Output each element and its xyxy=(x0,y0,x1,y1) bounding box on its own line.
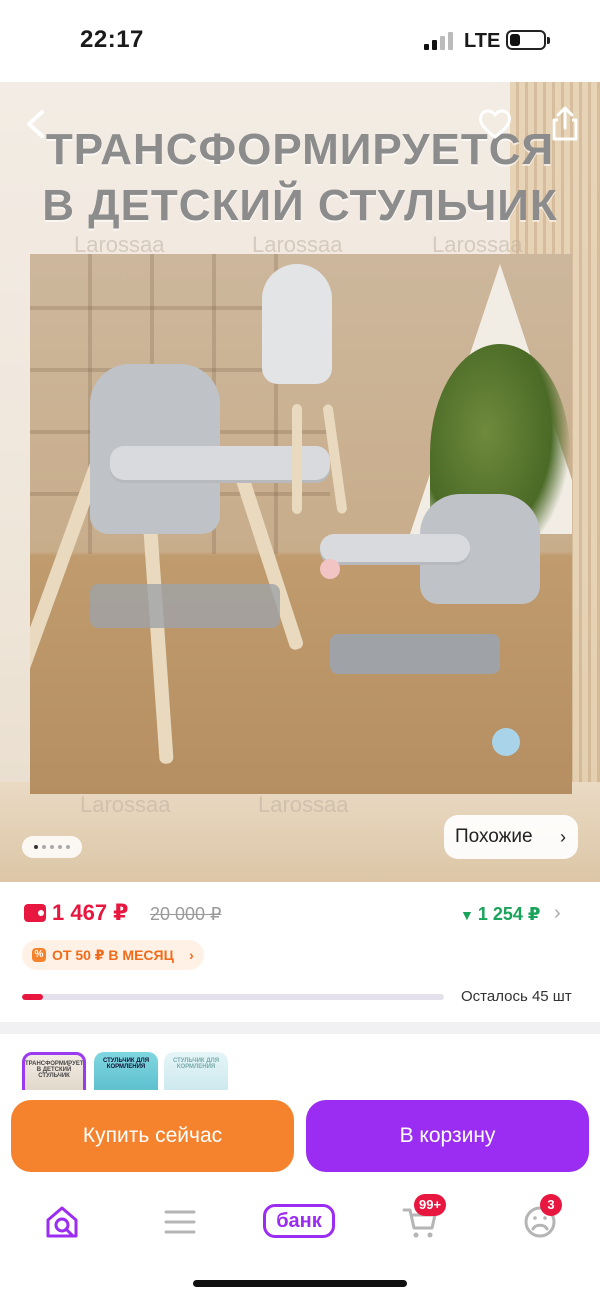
bottom-tab-bar: банк 99+ 3 xyxy=(0,1186,600,1300)
product-gallery[interactable]: Larossaa Larossaa Larossaa Larossaa Laro… xyxy=(0,82,600,882)
cart-tab[interactable]: 99+ xyxy=(400,1194,447,1242)
network-label: LTE xyxy=(464,30,501,52)
home-indicator xyxy=(193,1280,407,1287)
installment-badge[interactable]: % ОТ 50 ₽ В МЕСЯЦ › xyxy=(22,940,204,970)
cart-badge: 99+ xyxy=(414,1194,447,1216)
gallery-pagination[interactable] xyxy=(22,836,82,858)
bank-tab[interactable]: банк xyxy=(263,1204,335,1238)
add-to-cart-button[interactable]: В корзину xyxy=(306,1100,589,1172)
chevron-right-icon: › xyxy=(560,827,566,847)
signal-icon xyxy=(424,32,453,50)
purchase-actions: Купить сейчас В корзину xyxy=(0,1090,600,1186)
heart-icon[interactable] xyxy=(475,104,515,144)
similar-products-button[interactable]: Похожие › xyxy=(444,815,578,859)
wallet-price[interactable]: ▼ 1 254 ₽ xyxy=(460,904,540,925)
watermark: Larossaa xyxy=(258,792,349,817)
profile-tab[interactable]: 3 xyxy=(520,1194,562,1242)
watermark: Larossaa xyxy=(432,232,523,257)
stock-progress-bar xyxy=(22,994,444,1000)
battery-icon xyxy=(506,30,550,50)
product-photo xyxy=(30,254,572,794)
watermark: Larossaa xyxy=(252,232,343,257)
chevron-right-icon: › xyxy=(189,947,194,963)
catalog-menu-icon[interactable] xyxy=(160,1202,200,1242)
wallet-icon xyxy=(24,904,46,922)
profile-badge: 3 xyxy=(540,1194,562,1216)
down-triangle-icon: ▼ xyxy=(460,907,474,923)
chevron-right-icon[interactable]: › xyxy=(554,902,561,925)
status-time: 22:17 xyxy=(80,26,144,53)
back-icon[interactable] xyxy=(16,104,56,144)
current-price: 1 467 ₽ xyxy=(52,900,129,925)
price-section: 1 467 ₽ 20 000 ₽ ▼ 1 254 ₽ › % ОТ 50 ₽ В … xyxy=(0,882,600,1022)
watermark: Larossaa xyxy=(74,232,165,257)
old-price: 20 000 ₽ xyxy=(150,904,222,924)
watermark: Larossaa xyxy=(80,792,171,817)
percent-icon: % xyxy=(32,948,46,962)
home-search-icon[interactable] xyxy=(42,1202,82,1242)
buy-now-button[interactable]: Купить сейчас xyxy=(11,1100,294,1172)
status-bar: 22:17 LTE xyxy=(0,0,600,82)
share-icon[interactable] xyxy=(545,104,585,144)
stock-remaining: Осталось 45 шт xyxy=(461,988,572,1005)
